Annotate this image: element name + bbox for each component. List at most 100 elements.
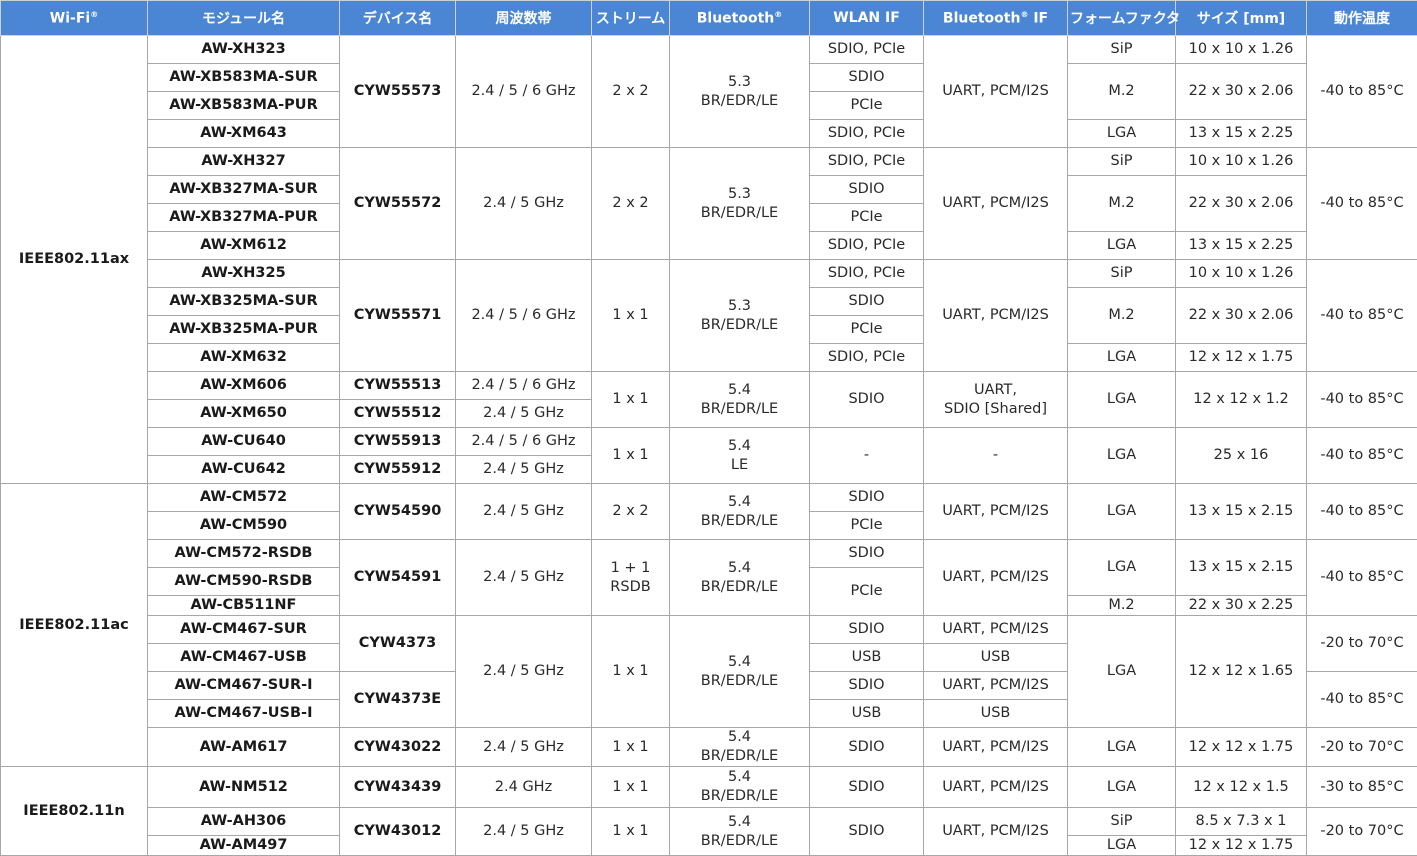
header-device-name: デバイス名 xyxy=(340,1,456,36)
table-row: AW-XH327 CYW55572 2.4 / 5 GHz 2 x 2 5.3B… xyxy=(1,148,1417,176)
bluetooth-if-cell: UART, PCM/I2S xyxy=(924,148,1068,260)
frequency-cell: 2.4 / 5 / 6 GHz xyxy=(456,36,592,148)
size-cell: 13 x 15 x 2.15 xyxy=(1176,484,1307,540)
bluetooth-if-cell: UART, PCM/I2S xyxy=(924,728,1068,767)
wlan-if-cell: SDIO xyxy=(810,64,924,92)
stream-cell: 1 x 1 xyxy=(592,428,670,484)
form-factor-cell: SiP xyxy=(1068,808,1176,836)
form-factor-cell: LGA xyxy=(1068,767,1176,808)
wlan-if-cell: PCIe xyxy=(810,316,924,344)
module-name-cell: AW-XB327MA-SUR xyxy=(148,176,340,204)
temperature-cell: -40 to 85°C xyxy=(1307,428,1417,484)
size-cell: 22 x 30 x 2.06 xyxy=(1176,176,1307,232)
stream-cell: 1 x 1 xyxy=(592,372,670,428)
frequency-cell: 2.4 GHz xyxy=(456,767,592,808)
stream-cell: 1 + 1RSDB xyxy=(592,540,670,616)
bluetooth-if-cell: UART, PCM/I2S xyxy=(924,36,1068,148)
module-name-cell: AW-CM467-USB xyxy=(148,644,340,672)
temperature-cell: -40 to 85°C xyxy=(1307,484,1417,540)
bluetooth-cell: 5.3BR/EDR/LE xyxy=(670,148,810,260)
form-factor-cell: LGA xyxy=(1068,616,1176,728)
bluetooth-if-cell: UART, PCM/I2S xyxy=(924,616,1068,644)
wlan-if-cell: SDIO xyxy=(810,288,924,316)
device-name-cell: CYW54590 xyxy=(340,484,456,540)
wlan-if-cell: USB xyxy=(810,700,924,728)
header-wlan-if: WLAN IF xyxy=(810,1,924,36)
frequency-cell: 2.4 / 5 GHz xyxy=(456,148,592,260)
module-name-cell: AW-CM590-RSDB xyxy=(148,568,340,596)
bluetooth-if-cell: UART, PCM/I2S xyxy=(924,808,1068,856)
module-name-cell: AW-AH306 xyxy=(148,808,340,836)
size-cell: 10 x 10 x 1.26 xyxy=(1176,148,1307,176)
temperature-cell: -30 to 85°C xyxy=(1307,767,1417,808)
module-name-cell: AW-XB583MA-PUR xyxy=(148,92,340,120)
header-bluetooth-if: Bluetooth® IF xyxy=(924,1,1068,36)
size-cell: 10 x 10 x 1.26 xyxy=(1176,260,1307,288)
device-name-cell: CYW55571 xyxy=(340,260,456,372)
size-cell: 13 x 15 x 2.25 xyxy=(1176,120,1307,148)
module-name-cell: AW-AM617 xyxy=(148,728,340,767)
module-name-cell: AW-CU642 xyxy=(148,456,340,484)
form-factor-cell: SiP xyxy=(1068,36,1176,64)
wlan-if-cell: PCIe xyxy=(810,92,924,120)
wlan-if-cell: USB xyxy=(810,644,924,672)
bluetooth-if-cell: USB xyxy=(924,644,1068,672)
size-cell: 12 x 12 x 1.75 xyxy=(1176,728,1307,767)
bluetooth-if-cell: UART, PCM/I2S xyxy=(924,260,1068,372)
bluetooth-cell: 5.4BR/EDR/LE xyxy=(670,616,810,728)
stream-cell: 1 x 1 xyxy=(592,616,670,728)
module-name-cell: AW-XM632 xyxy=(148,344,340,372)
table-row: IEEE802.11n AW-NM512 CYW43439 2.4 GHz 1 … xyxy=(1,767,1417,808)
wlan-if-cell: SDIO xyxy=(810,808,924,856)
wifi-standard-cell: IEEE802.11n xyxy=(1,767,148,856)
frequency-cell: 2.4 / 5 / 6 GHz xyxy=(456,260,592,372)
bluetooth-cell: 5.4BR/EDR/LE xyxy=(670,372,810,428)
temperature-cell: -20 to 70°C xyxy=(1307,808,1417,856)
form-factor-cell: SiP xyxy=(1068,260,1176,288)
frequency-cell: 2.4 / 5 GHz xyxy=(456,456,592,484)
size-cell: 12 x 12 x 1.75 xyxy=(1176,344,1307,372)
size-cell: 13 x 15 x 2.15 xyxy=(1176,540,1307,596)
header-wifi: Wi-Fi® xyxy=(1,1,148,36)
device-name-cell: CYW55573 xyxy=(340,36,456,148)
module-name-cell: AW-NM512 xyxy=(148,767,340,808)
stream-cell: 1 x 1 xyxy=(592,728,670,767)
module-name-cell: AW-CM572 xyxy=(148,484,340,512)
form-factor-cell: LGA xyxy=(1068,836,1176,856)
form-factor-cell: LGA xyxy=(1068,232,1176,260)
bluetooth-if-cell: UART, PCM/I2S xyxy=(924,540,1068,616)
frequency-cell: 2.4 / 5 GHz xyxy=(456,616,592,728)
wlan-if-cell: SDIO, PCIe xyxy=(810,120,924,148)
device-name-cell: CYW4373 xyxy=(340,616,456,672)
table-row: AW-CM572-RSDB CYW54591 2.4 / 5 GHz 1 + 1… xyxy=(1,540,1417,568)
header-size: サイズ [mm] xyxy=(1176,1,1307,36)
header-module-name: モジュール名 xyxy=(148,1,340,36)
module-name-cell: AW-CM467-SUR-I xyxy=(148,672,340,700)
module-name-cell: AW-AM497 xyxy=(148,836,340,856)
module-name-cell: AW-XM606 xyxy=(148,372,340,400)
wlan-if-cell: SDIO xyxy=(810,767,924,808)
form-factor-cell: LGA xyxy=(1068,540,1176,596)
module-name-cell: AW-XB325MA-SUR xyxy=(148,288,340,316)
module-name-cell: AW-CM467-SUR xyxy=(148,616,340,644)
module-name-cell: AW-XB325MA-PUR xyxy=(148,316,340,344)
stream-cell: 1 x 1 xyxy=(592,260,670,372)
temperature-cell: -20 to 70°C xyxy=(1307,728,1417,767)
temperature-cell: -40 to 85°C xyxy=(1307,540,1417,616)
device-name-cell: CYW54591 xyxy=(340,540,456,616)
bluetooth-cell: 5.4BR/EDR/LE xyxy=(670,767,810,808)
module-spec-table: Wi-Fi® モジュール名 デバイス名 周波数帯 ストリーム Bluetooth… xyxy=(0,0,1417,856)
size-cell: 13 x 15 x 2.25 xyxy=(1176,232,1307,260)
form-factor-cell: M.2 xyxy=(1068,288,1176,344)
module-name-cell: AW-CU640 xyxy=(148,428,340,456)
wlan-if-cell: SDIO xyxy=(810,372,924,428)
form-factor-cell: M.2 xyxy=(1068,64,1176,120)
bluetooth-cell: 5.4BR/EDR/LE xyxy=(670,540,810,616)
module-name-cell: AW-XB327MA-PUR xyxy=(148,204,340,232)
bluetooth-if-cell: UART, PCM/I2S xyxy=(924,767,1068,808)
stream-cell: 2 x 2 xyxy=(592,484,670,540)
wlan-if-cell: SDIO, PCIe xyxy=(810,344,924,372)
table-row: IEEE802.11ac AW-CM572 CYW54590 2.4 / 5 G… xyxy=(1,484,1417,512)
temperature-cell: -40 to 85°C xyxy=(1307,672,1417,728)
header-frequency-band: 周波数帯 xyxy=(456,1,592,36)
